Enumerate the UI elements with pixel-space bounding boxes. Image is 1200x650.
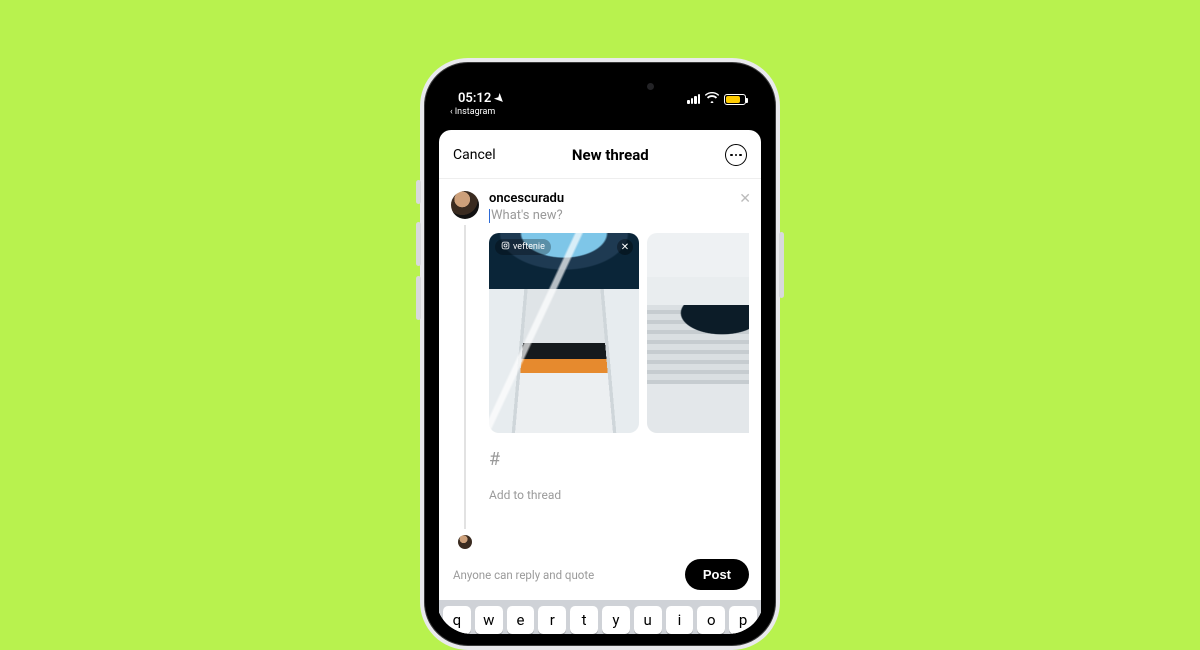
post-button[interactable]: Post (685, 559, 749, 590)
instagram-icon (501, 241, 510, 253)
placeholder-text: What's new? (491, 208, 563, 223)
power-button (779, 232, 784, 298)
phone-frame: @oncescuradu 05:12 ➤ ‹ Instagram Cancel … (420, 58, 780, 650)
location-arrow-icon: ➤ (492, 91, 508, 107)
compose-footer: Anyone can reply and quote Post (439, 549, 761, 600)
status-time: 05:12 (458, 91, 491, 106)
keyboard[interactable]: q w e r t y u i o p (439, 600, 761, 634)
compose-input[interactable]: What's new? (489, 208, 749, 223)
notch (520, 74, 680, 98)
back-to-app[interactable]: ‹ Instagram (436, 106, 764, 121)
avatar[interactable] (451, 191, 479, 219)
thread-line (464, 225, 466, 529)
wifi-icon (705, 92, 719, 106)
sheet-header: Cancel New thread (439, 130, 761, 179)
attachment-image[interactable] (647, 233, 749, 433)
hashtag-button[interactable]: # (489, 449, 749, 470)
text-caret (489, 209, 490, 223)
compose-sheet: Cancel New thread oncescuradu ✕ What's n… (439, 130, 761, 634)
back-app-label: Instagram (455, 107, 496, 117)
attachment-image[interactable]: veftenie ✕ (489, 233, 639, 433)
source-badge: veftenie (495, 239, 551, 255)
close-icon[interactable]: ✕ (739, 191, 751, 207)
attachments: veftenie ✕ (489, 233, 749, 433)
side-button (416, 180, 421, 204)
cancel-button[interactable]: Cancel (453, 147, 496, 163)
volume-up-button (416, 222, 421, 266)
sheet-title: New thread (572, 146, 649, 164)
avatar-small[interactable] (458, 535, 472, 549)
add-to-thread[interactable]: Add to thread (489, 488, 749, 502)
username[interactable]: oncescuradu (489, 191, 749, 206)
volume-down-button (416, 276, 421, 320)
source-tag-label: veftenie (513, 242, 545, 252)
chevron-left-icon: ‹ (450, 107, 453, 117)
reply-audience[interactable]: Anyone can reply and quote (453, 568, 594, 582)
cellular-bars-icon (687, 94, 700, 104)
battery-icon (724, 94, 746, 105)
screen: @oncescuradu 05:12 ➤ ‹ Instagram Cancel … (436, 74, 764, 634)
more-button[interactable] (725, 144, 747, 166)
remove-attachment-icon[interactable]: ✕ (617, 239, 633, 255)
